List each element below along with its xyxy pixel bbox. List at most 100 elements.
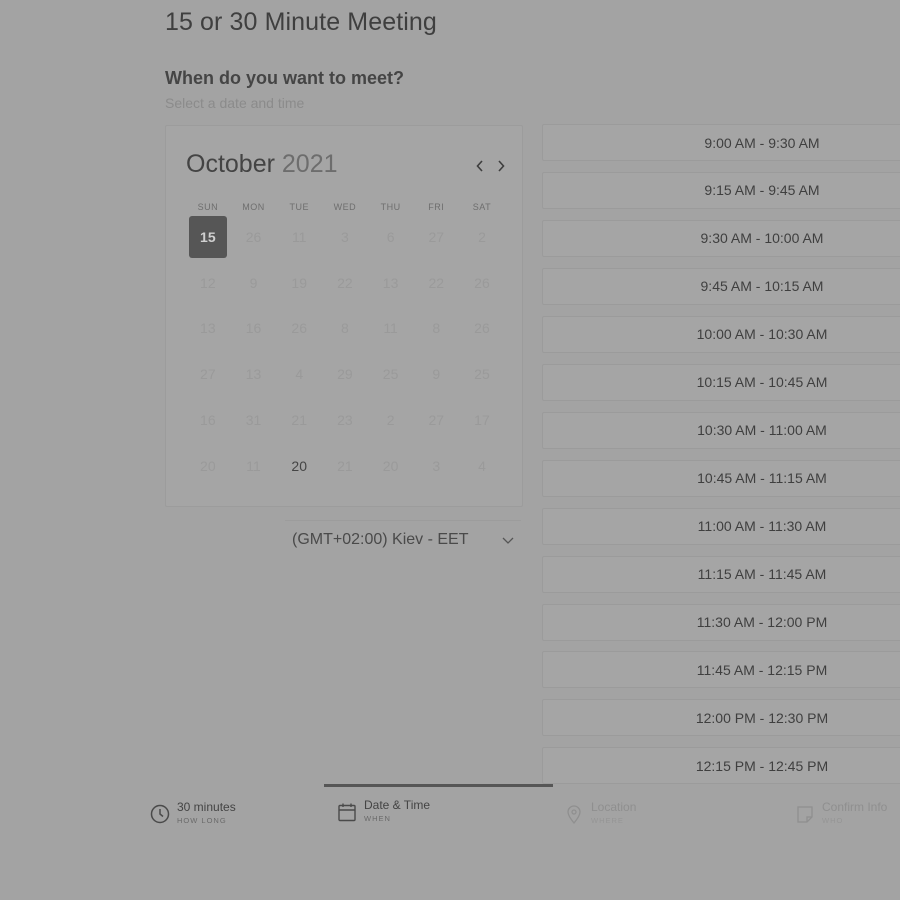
day-number: 31 (245, 412, 262, 429)
weekday-sun: SUN (197, 202, 219, 212)
calendar-day: 26 (276, 306, 322, 352)
time-slot-button[interactable]: 9:30 AM - 10:00 AM (542, 219, 900, 257)
calendar-day: 6 (368, 214, 414, 260)
day-number: 2 (386, 412, 395, 429)
time-slot-button[interactable]: 10:00 AM - 10:30 AM (542, 315, 900, 353)
calendar-month-label: October 2021 (186, 150, 338, 179)
day-number: 26 (245, 228, 262, 245)
step-label: Location (591, 800, 637, 814)
calendar-day-selected[interactable]: 15 (185, 214, 231, 260)
day-number: 8 (341, 320, 349, 337)
day-number: 20 (200, 457, 216, 474)
weekday-header: SUN MON TUE WED THU FRI SAT (185, 202, 505, 212)
day-number: 13 (200, 320, 216, 337)
prev-month-button[interactable] (471, 156, 489, 176)
day-number: 11 (291, 228, 307, 245)
day-number: 26 (291, 320, 307, 337)
day-number: 9 (432, 366, 441, 383)
section-heading: When do you want to meet? (165, 68, 404, 88)
calendar-day: 31 (231, 397, 277, 443)
calendar-day: 11 (276, 214, 322, 260)
calendar-day: 26 (231, 214, 277, 260)
time-slot-button[interactable]: 10:30 AM - 11:00 AM (542, 411, 900, 449)
calendar-day: 4 (276, 351, 322, 397)
day-number: 25 (382, 366, 399, 383)
day-number: 6 (386, 228, 395, 245)
day-number: 27 (428, 228, 445, 245)
time-slot-button[interactable]: 10:45 AM - 11:15 AM (542, 459, 900, 497)
note-icon (797, 806, 813, 823)
day-number: 2 (478, 228, 486, 245)
day-number: 21 (337, 457, 353, 474)
year: 2021 (281, 150, 338, 178)
section-subheading: Select a date and time (165, 95, 305, 111)
calendar-day: 25 (459, 351, 505, 397)
step-sublabel: WHO (822, 816, 844, 825)
weekday-thu: THU (380, 202, 401, 212)
calendar-day: 11 (231, 443, 277, 489)
day-number: 3 (432, 457, 441, 474)
time-slot-button[interactable]: 11:15 AM - 11:45 AM (542, 555, 900, 593)
calendar-day: 27 (413, 214, 459, 260)
day-number: 11 (246, 457, 261, 474)
calendar-day: 12 (185, 260, 231, 306)
day-number: 13 (382, 274, 399, 291)
day-number: 16 (245, 320, 262, 337)
step-progress-bar (324, 784, 553, 787)
calendar-day: 22 (413, 260, 459, 306)
calendar-day: 11 (368, 306, 414, 352)
time-slot-label: 10:45 AM - 11:15 AM (697, 470, 827, 487)
time-slot-button[interactable]: 12:15 PM - 12:45 PM (542, 747, 900, 784)
weekday-mon: MON (242, 202, 265, 212)
step-label: Confirm Info (822, 800, 888, 814)
timezone-select[interactable]: (GMT+02:00) Kiev - EET (285, 520, 521, 559)
calendar-day: 19 (276, 260, 322, 306)
day-number: 20 (382, 457, 399, 474)
time-slot-label: 10:15 AM - 10:45 AM (696, 374, 828, 391)
time-slot-label: 11:00 AM - 11:30 AM (697, 518, 827, 535)
day-number: 19 (291, 274, 307, 291)
weekday-fri: FRI (428, 202, 445, 212)
time-slot-label: 12:15 PM - 12:45 PM (695, 757, 829, 774)
step-date-time[interactable]: Date & Time WHEN (336, 798, 430, 825)
day-number: 22 (428, 274, 445, 291)
step-sublabel: HOW LONG (177, 816, 227, 825)
day-number: 16 (200, 412, 216, 429)
calendar-day: 3 (413, 443, 459, 489)
day-number: 15 (188, 215, 227, 258)
calendar-day-available[interactable]: 20 (276, 443, 322, 489)
calendar-day: 29 (322, 351, 368, 397)
calendar-day: 22 (322, 260, 368, 306)
time-slot-button[interactable]: 9:45 AM - 10:15 AM (542, 267, 900, 305)
day-number: 8 (432, 320, 441, 337)
calendar-day: 26 (459, 306, 505, 352)
time-slot-button[interactable]: 12:00 PM - 12:30 PM (542, 699, 900, 737)
clock-icon (150, 804, 170, 824)
time-slot-button[interactable]: 9:00 AM - 9:30 AM (542, 124, 900, 161)
calendar-day: 26 (459, 260, 505, 306)
day-number: 9 (249, 274, 258, 291)
weekday-wed: WED (333, 202, 357, 212)
time-slot-button[interactable]: 10:15 AM - 10:45 AM (542, 363, 900, 401)
time-slot-button[interactable]: 11:45 AM - 12:15 PM (542, 651, 900, 689)
calendar: October 2021 SUN MON TUE WED THU FRI SAT 15 26 1… (165, 125, 523, 507)
time-slot-button[interactable]: 9:15 AM - 9:45 AM (542, 171, 900, 209)
calendar-day: 13 (368, 260, 414, 306)
time-slot-label: 11:15 AM - 11:45 AM (697, 566, 827, 583)
day-number: 29 (337, 366, 353, 383)
time-slot-button[interactable]: 11:30 AM - 12:00 PM (542, 603, 900, 641)
time-slot-label: 11:30 AM - 12:00 PM (696, 614, 828, 630)
calendar-day: 3 (322, 214, 368, 260)
time-slot-label: 10:00 AM - 10:30 AM (696, 326, 828, 343)
step-confirm-info[interactable]: Confirm Info WHO (794, 800, 887, 827)
next-month-button[interactable] (492, 156, 510, 176)
calendar-day: 20 (185, 443, 231, 489)
calendar-day: 2 (459, 214, 505, 260)
timezone-label: (GMT+02:00) Kiev - EET (292, 531, 469, 548)
step-duration[interactable]: 30 minutes HOW LONG (149, 800, 236, 827)
time-slot-button[interactable]: 11:00 AM - 11:30 AM (542, 507, 900, 545)
calendar-icon (338, 803, 356, 822)
step-location[interactable]: Location WHERE (563, 800, 636, 827)
day-number: 26 (474, 274, 490, 291)
month-name: October (186, 150, 275, 178)
